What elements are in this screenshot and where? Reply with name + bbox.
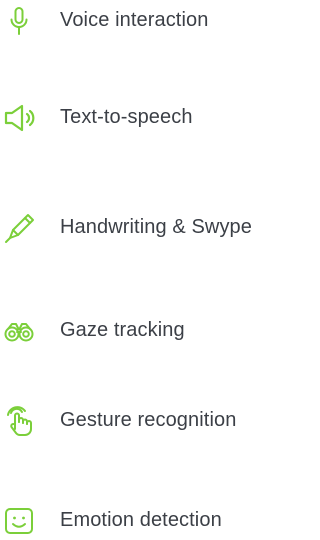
microphone-icon xyxy=(2,4,36,38)
feature-label: Gaze tracking xyxy=(60,319,185,341)
feature-label: Gesture recognition xyxy=(60,409,237,431)
binoculars-icon xyxy=(2,314,36,348)
feature-label: Handwriting & Swype xyxy=(60,216,252,238)
feature-item-handwriting-swype: Handwriting & Swype xyxy=(0,207,308,247)
pen-icon xyxy=(2,211,36,245)
feature-item-gesture-recognition: Gesture recognition xyxy=(0,400,308,440)
feature-item-voice-interaction: Voice interaction xyxy=(0,0,308,40)
feature-item-text-to-speech: Text-to-speech xyxy=(0,97,308,137)
feature-list: Voice interaction Text-to-speech Handwri… xyxy=(0,0,308,540)
speaker-icon xyxy=(2,101,36,135)
feature-label: Text-to-speech xyxy=(60,106,193,128)
feature-label: Voice interaction xyxy=(60,9,209,31)
feature-label: Emotion detection xyxy=(60,509,222,531)
feature-item-emotion-detection: Emotion detection xyxy=(0,500,308,540)
hand-pointer-icon xyxy=(2,404,36,438)
feature-item-gaze-tracking: Gaze tracking xyxy=(0,310,308,350)
smiley-face-icon xyxy=(2,504,36,538)
